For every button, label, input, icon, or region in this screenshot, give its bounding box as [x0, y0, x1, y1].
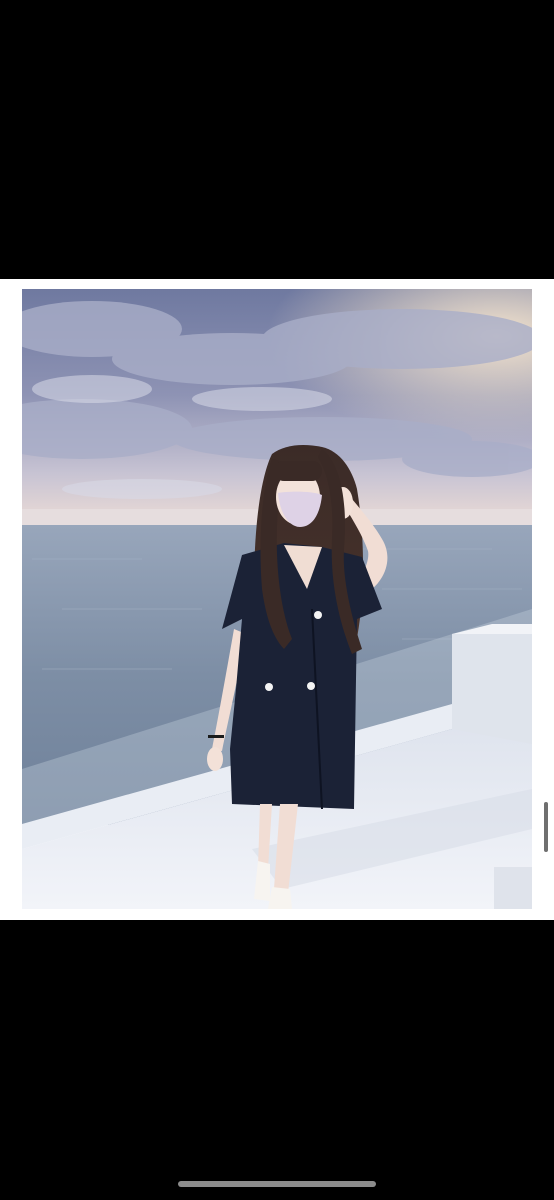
bracelet — [208, 735, 224, 738]
photo-frame — [0, 279, 554, 920]
scroll-indicator[interactable] — [544, 802, 548, 852]
bangs — [274, 461, 322, 481]
image-viewer — [0, 0, 554, 1200]
hanging-hand — [207, 747, 223, 771]
product-photo[interactable] — [22, 289, 532, 909]
home-indicator[interactable] — [178, 1181, 376, 1187]
deck-corner-block — [494, 867, 532, 909]
